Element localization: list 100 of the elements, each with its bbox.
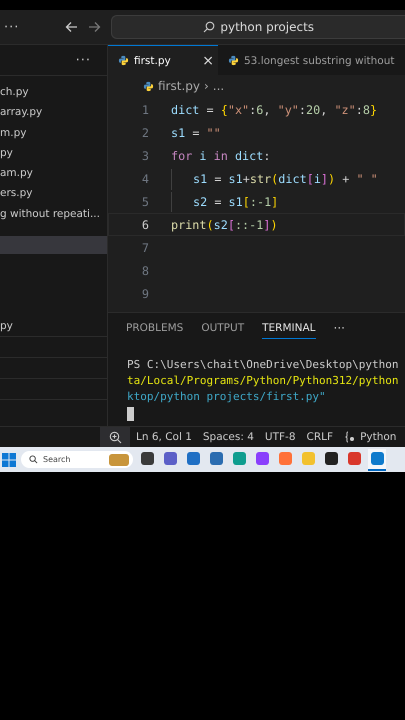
python-file-icon (228, 55, 239, 66)
code-token: ) (328, 172, 336, 186)
editor-tab[interactable]: first.py × (108, 45, 218, 75)
code-token: [ (228, 218, 235, 232)
file-item[interactable]: am.py (0, 163, 107, 184)
code-token: i (199, 149, 208, 164)
code-token: s2 (214, 218, 228, 232)
line-number: 4 (140, 172, 150, 186)
code-token: ] (263, 218, 270, 232)
line-number: 6 (140, 218, 150, 232)
code-token: 8 (362, 103, 370, 118)
status-item[interactable]: UTF-8 (264, 431, 296, 443)
close-icon[interactable]: × (202, 52, 214, 68)
zoom-in-icon (108, 430, 122, 444)
code-token: in (214, 149, 229, 164)
more-icon[interactable]: ··· (0, 20, 24, 34)
code-token: ] (320, 172, 328, 186)
braces-icon (344, 431, 356, 443)
code-token: "z" (334, 103, 356, 118)
search-icon (203, 21, 216, 33)
file-item[interactable]: ch.py (0, 82, 107, 102)
code-token: ( (206, 218, 214, 232)
windows-start-icon[interactable] (2, 452, 16, 466)
search-highlight-picture (109, 454, 129, 466)
language-mode[interactable]: Python (344, 431, 396, 443)
code-token: str (250, 172, 272, 186)
code-token: 20 (306, 103, 320, 118)
status-item[interactable]: CRLF (306, 431, 334, 443)
code-token: } (370, 103, 378, 118)
status-item[interactable]: Spaces: 4 (202, 431, 254, 443)
code-token: s1 (228, 172, 243, 186)
code-token: : (298, 103, 306, 118)
code-token: , (263, 103, 272, 118)
python-file-icon (143, 80, 154, 92)
code-token: : (249, 103, 256, 118)
code-token: s1 (171, 126, 186, 140)
file-item[interactable]: array.py (0, 102, 107, 123)
code-token: dict (278, 172, 307, 186)
breadcrumb-more[interactable]: ... (212, 79, 224, 93)
code-token: s2 (193, 195, 208, 209)
code-token: + (242, 172, 250, 186)
line-number: 1 (140, 103, 150, 118)
code-token: : (263, 149, 270, 164)
code-token: [ (306, 172, 314, 186)
line-number: 7 (140, 240, 150, 255)
code-token: dict (171, 103, 200, 118)
file-item[interactable]: py (0, 142, 107, 164)
panel-tab[interactable]: PROBLEMS (126, 322, 184, 339)
file-item[interactable]: py (0, 316, 107, 336)
code-token: ::-1 (234, 218, 264, 232)
search-icon (29, 455, 38, 464)
python-file-icon (118, 55, 129, 66)
breadcrumb-file[interactable]: first.py (158, 79, 200, 93)
code-token: " " (356, 172, 378, 186)
code-token: i (314, 172, 321, 186)
status-item[interactable]: Ln 6, Col 1 (136, 431, 192, 443)
code-token: dict (234, 149, 264, 164)
file-item[interactable]: m.py (0, 122, 107, 143)
code-token: ( (271, 172, 278, 186)
terminal-cursor (127, 407, 134, 422)
code-token: print (171, 218, 207, 232)
code-token: [ (242, 195, 250, 209)
terminal-line: ta/Local/Programs/Python/Python312/python (127, 373, 400, 390)
code-token: , (320, 103, 328, 118)
file-item[interactable]: ers.py (0, 183, 107, 204)
terminal-line: ktop/python projects/first.py" (127, 389, 327, 406)
code-token: = (191, 126, 200, 140)
code-token: = (213, 172, 222, 186)
code-token: s1 (228, 195, 243, 209)
panel-tab[interactable]: TERMINAL (262, 322, 316, 339)
line-number: 2 (140, 126, 150, 140)
code-token: "y" (278, 103, 299, 118)
code-token: = (213, 195, 222, 209)
line-number: 8 (140, 264, 150, 278)
code-token: for (171, 149, 194, 164)
code-token: 6 (256, 103, 264, 118)
code-token: : (356, 103, 363, 118)
taskbar-search-field[interactable]: Search (21, 451, 133, 468)
line-number: 9 (140, 286, 150, 301)
code-token: { (220, 103, 228, 118)
code-token: :-1 (250, 195, 272, 209)
code-token: = (206, 103, 215, 118)
code-token: ) (270, 218, 278, 232)
more-icon[interactable]: ··· (334, 321, 345, 340)
command-search-field[interactable]: python projects (111, 15, 405, 39)
code-token: + (341, 172, 350, 186)
file-item[interactable]: g without repeati... (0, 204, 107, 224)
zoom-button[interactable] (100, 427, 130, 447)
forward-arrow-icon[interactable] (88, 21, 102, 33)
code-token: ] (271, 195, 278, 209)
line-number: 3 (140, 149, 150, 164)
code-token: s1 (193, 172, 208, 186)
line-number: 5 (140, 195, 150, 209)
more-icon[interactable]: ··· (72, 52, 95, 68)
terminal-line: PS C:\Users\chait\OneDrive\Desktop\python (127, 357, 400, 374)
code-token: "" (206, 126, 221, 140)
chevron-icon: › (204, 79, 209, 93)
code-token: "x" (228, 103, 250, 118)
back-arrow-icon[interactable] (65, 21, 78, 33)
panel-tab[interactable]: OUTPUT (201, 322, 244, 339)
